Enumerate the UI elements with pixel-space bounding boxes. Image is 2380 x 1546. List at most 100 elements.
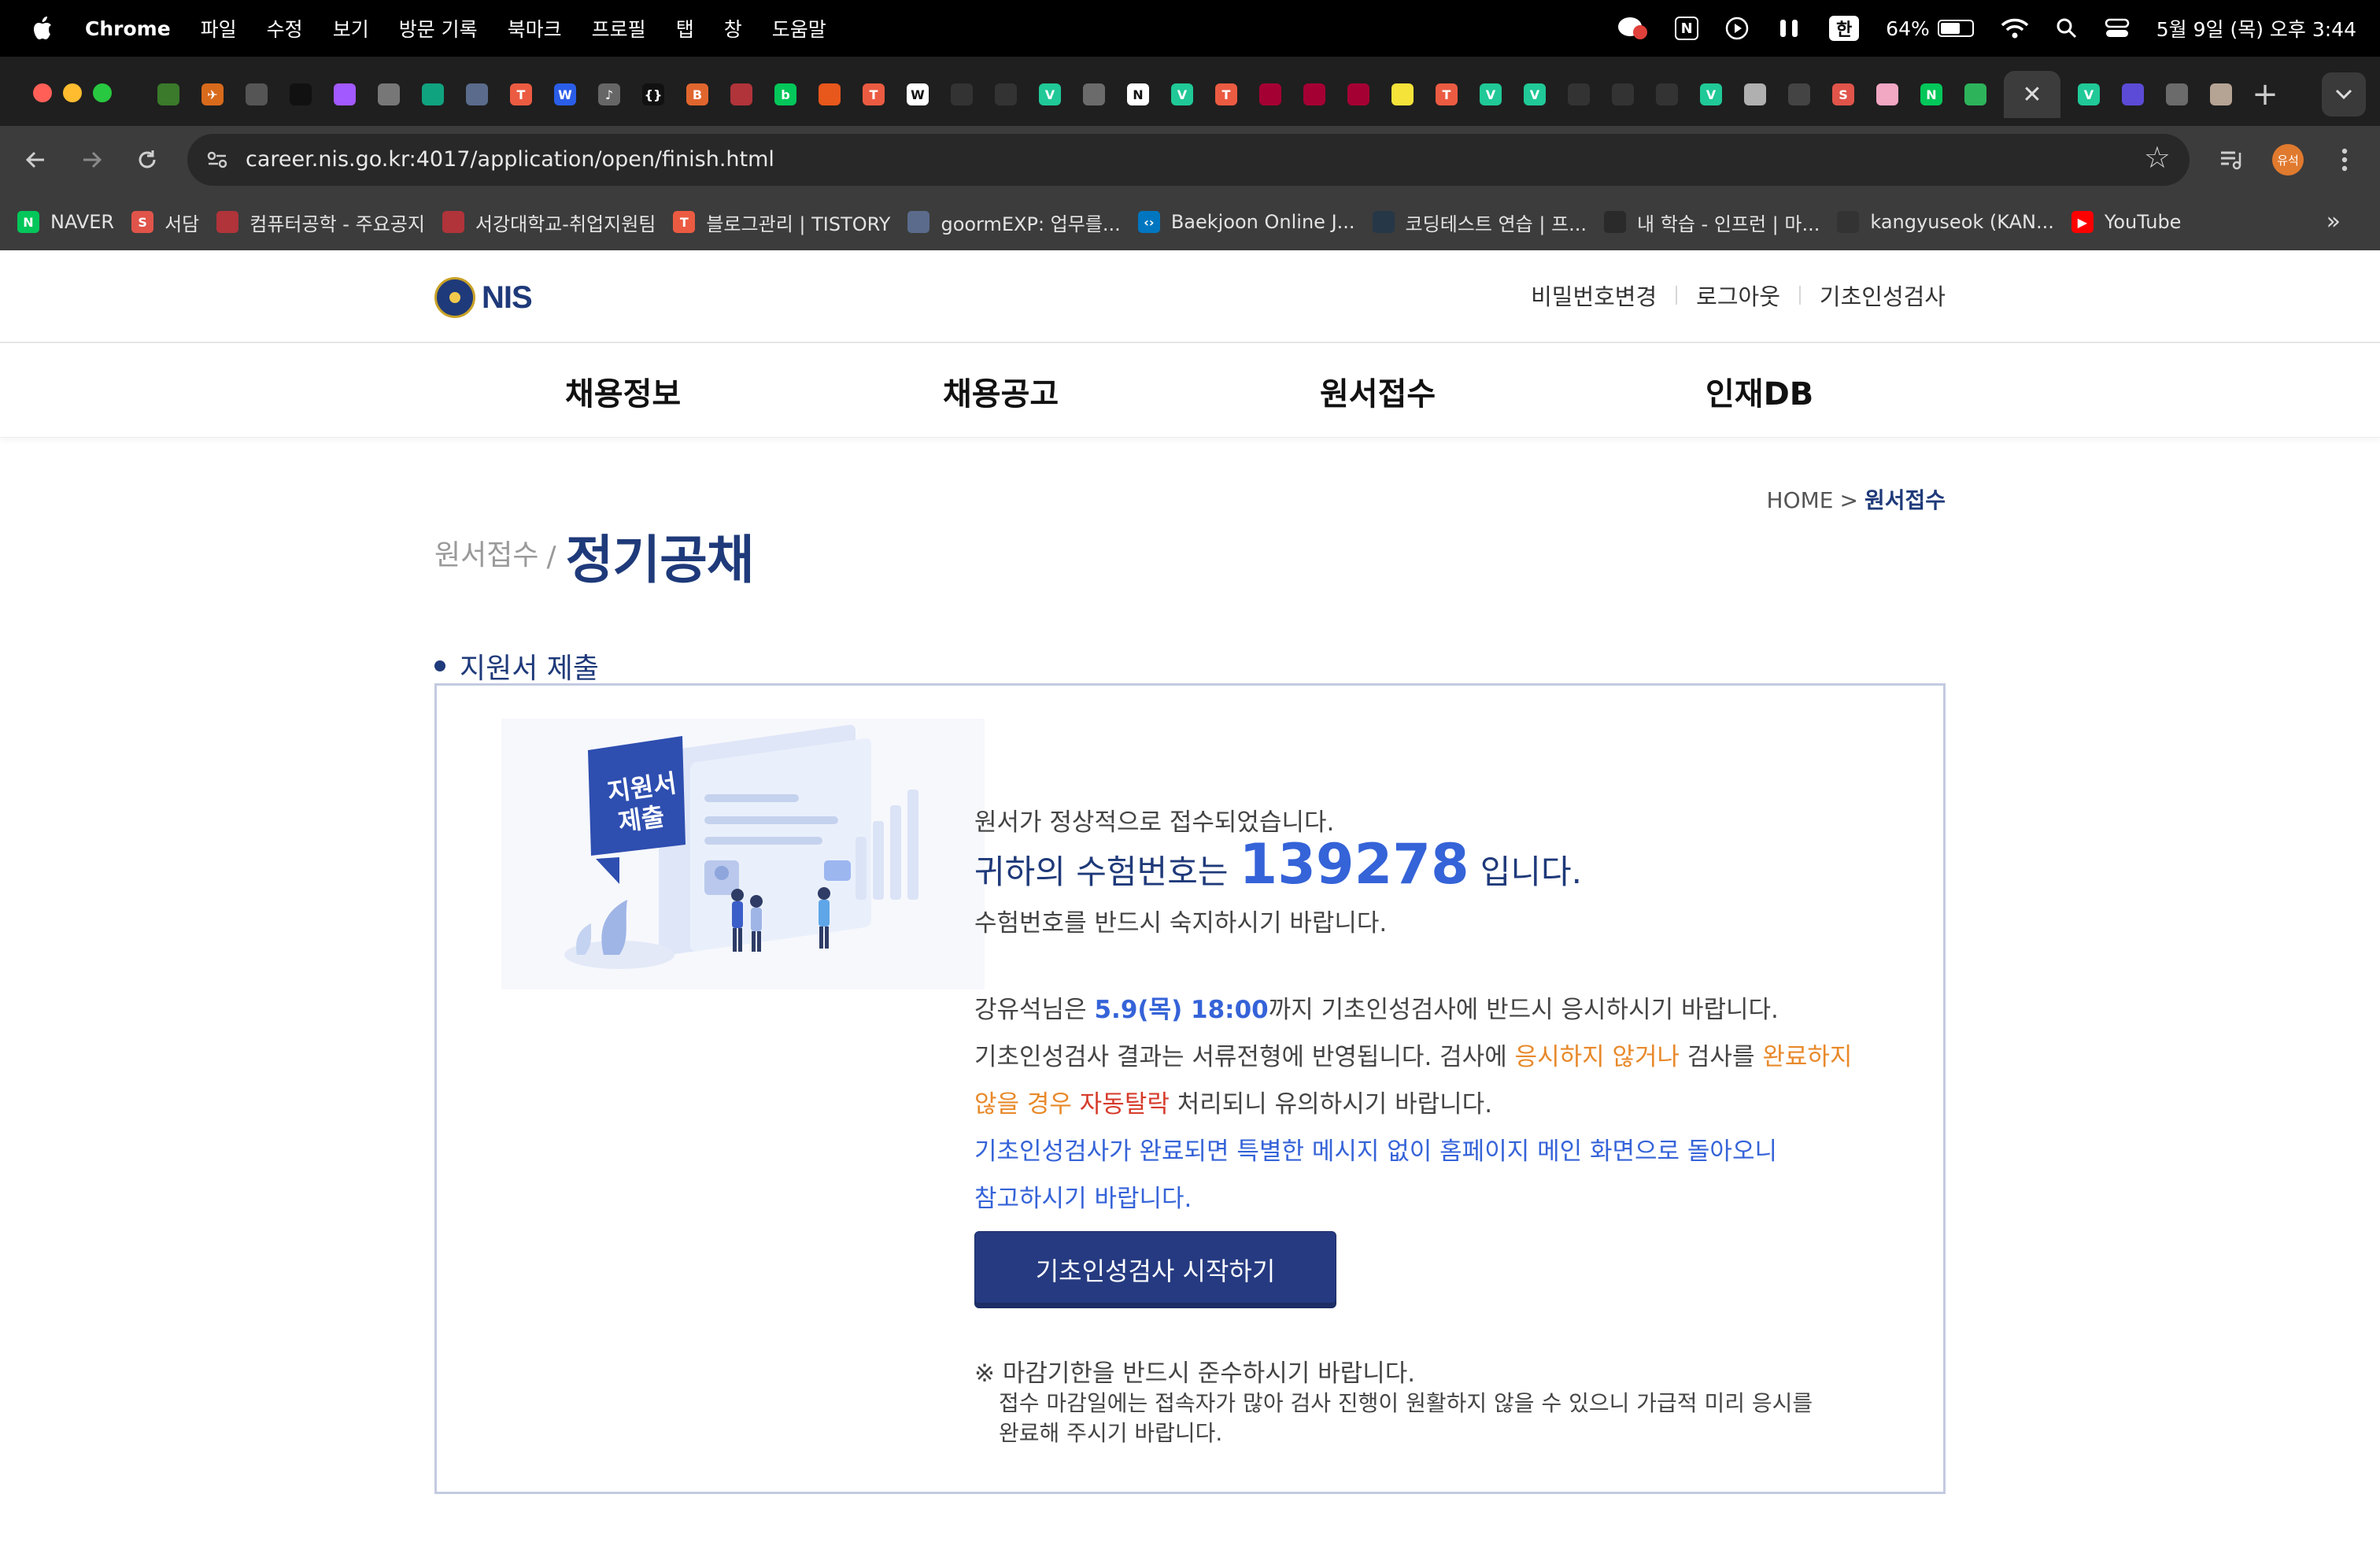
- bookmark-item[interactable]: goormEXP: 업무를...: [907, 209, 1121, 236]
- tab[interactable]: [367, 72, 411, 117]
- wifi-icon[interactable]: [2001, 17, 2029, 39]
- tab[interactable]: [1380, 72, 1425, 117]
- nav-job-postings[interactable]: 채용공고: [943, 368, 1059, 414]
- window-minimize-button[interactable]: [63, 83, 82, 102]
- bookmark-item[interactable]: ‹› Baekjoon Online J...: [1137, 211, 1355, 233]
- tab[interactable]: [1292, 72, 1336, 117]
- tab[interactable]: [455, 72, 499, 117]
- menu-window[interactable]: 창: [724, 14, 742, 43]
- bookmark-item[interactable]: kangyuseok (KAN...: [1837, 211, 2054, 233]
- tab[interactable]: V: [1028, 72, 1072, 117]
- tab[interactable]: T: [1204, 72, 1248, 117]
- bookmark-item[interactable]: T 블로그관리 | TISTORY: [673, 209, 890, 236]
- breadcrumb-home[interactable]: HOME: [1767, 487, 1834, 513]
- apple-icon[interactable]: [31, 16, 54, 41]
- bookmark-item[interactable]: N NAVER: [17, 211, 114, 233]
- active-app-name[interactable]: Chrome: [85, 17, 171, 40]
- tab[interactable]: T: [1425, 72, 1469, 117]
- tab[interactable]: [1865, 72, 1909, 117]
- menu-help[interactable]: 도움말: [772, 14, 826, 43]
- menu-profiles[interactable]: 프로필: [592, 14, 646, 43]
- tab[interactable]: [2199, 72, 2243, 117]
- tab[interactable]: V: [1689, 72, 1733, 117]
- tab[interactable]: [235, 72, 279, 117]
- tab[interactable]: {}: [631, 72, 675, 117]
- window-close-button[interactable]: [33, 83, 52, 102]
- tab[interactable]: [1645, 72, 1689, 117]
- tab[interactable]: ✈: [190, 72, 235, 117]
- nav-application[interactable]: 원서접수: [1320, 368, 1436, 414]
- menu-history[interactable]: 방문 기록: [399, 14, 478, 43]
- menu-tab[interactable]: 탭: [676, 14, 694, 43]
- tab[interactable]: [1072, 72, 1116, 117]
- notion-menubar-icon[interactable]: N: [1675, 17, 1699, 40]
- bookmark-item[interactable]: 서강대학교-취업지원팀: [442, 209, 656, 236]
- bookmarks-overflow-icon[interactable]: »: [2326, 208, 2341, 235]
- tab[interactable]: [1557, 72, 1601, 117]
- tab[interactable]: T: [852, 72, 896, 117]
- tab[interactable]: [719, 72, 763, 117]
- change-password-link[interactable]: 비밀번호변경: [1531, 279, 1657, 312]
- tab[interactable]: [2155, 72, 2199, 117]
- tab[interactable]: [146, 72, 190, 117]
- tab[interactable]: [2111, 72, 2155, 117]
- menu-file[interactable]: 파일: [201, 14, 237, 43]
- reading-list-icon[interactable]: [2212, 140, 2251, 179]
- play-circle-icon[interactable]: [1725, 17, 1749, 40]
- tab[interactable]: V: [1513, 72, 1557, 117]
- forward-button[interactable]: [72, 140, 112, 179]
- menu-bookmarks[interactable]: 북마크: [508, 14, 562, 43]
- spotlight-search-icon[interactable]: [2056, 17, 2078, 39]
- battery-status[interactable]: 64%: [1886, 17, 1974, 40]
- nav-talent-db[interactable]: 인재DB: [1706, 368, 1813, 414]
- tab[interactable]: V: [1160, 72, 1204, 117]
- tab[interactable]: T: [499, 72, 543, 117]
- url-text[interactable]: career.nis.go.kr:4017/application/open/f…: [246, 134, 774, 186]
- tab[interactable]: N: [1116, 72, 1160, 117]
- input-source-indicator[interactable]: 한: [1829, 16, 1860, 41]
- bookmark-item[interactable]: 내 학습 - 인프런 | 마...: [1604, 209, 1820, 236]
- tab[interactable]: [984, 72, 1028, 117]
- tab[interactable]: B: [675, 72, 719, 117]
- chat-notification-icon[interactable]: [1617, 15, 1648, 42]
- back-button[interactable]: [16, 140, 55, 179]
- tab[interactable]: S: [1821, 72, 1865, 117]
- nav-recruit-info[interactable]: 채용정보: [565, 368, 681, 414]
- tab-close-icon[interactable]: ✕: [2022, 81, 2042, 109]
- tab[interactable]: [940, 72, 984, 117]
- tab[interactable]: W: [896, 72, 940, 117]
- more-menu-icon[interactable]: [2325, 140, 2364, 179]
- tab[interactable]: [1953, 72, 1998, 117]
- bookmark-item[interactable]: 컴퓨터공학 - 주요공지: [216, 209, 425, 236]
- tab[interactable]: V: [2067, 72, 2111, 117]
- menu-view[interactable]: 보기: [333, 14, 369, 43]
- bookmark-item[interactable]: S 서담: [131, 209, 199, 236]
- tab[interactable]: ♪: [587, 72, 631, 117]
- logout-link[interactable]: 로그아웃: [1696, 279, 1780, 312]
- reload-button[interactable]: [128, 140, 167, 179]
- tab[interactable]: [411, 72, 455, 117]
- profile-avatar-button[interactable]: 유석: [2268, 140, 2308, 179]
- airpods-icon[interactable]: [1776, 17, 1802, 40]
- menu-edit[interactable]: 수정: [267, 14, 303, 43]
- active-tab[interactable]: ✕: [2004, 71, 2060, 118]
- new-tab-button[interactable]: +: [2243, 76, 2287, 113]
- tab-search-button[interactable]: [2322, 72, 2366, 117]
- tab[interactable]: [1733, 72, 1777, 117]
- window-zoom-button[interactable]: [93, 83, 112, 102]
- aptitude-test-link[interactable]: 기초인성검사: [1820, 279, 1946, 312]
- nis-logo[interactable]: NIS: [434, 277, 533, 318]
- tab[interactable]: [323, 72, 367, 117]
- tab[interactable]: [808, 72, 852, 117]
- site-info-icon[interactable]: [205, 147, 230, 172]
- tab[interactable]: N: [1909, 72, 1953, 117]
- tab[interactable]: [1248, 72, 1292, 117]
- start-aptitude-test-button[interactable]: 기초인성검사 시작하기: [974, 1231, 1336, 1308]
- tab[interactable]: [1777, 72, 1821, 117]
- control-center-icon[interactable]: [2105, 17, 2130, 39]
- tab[interactable]: [279, 72, 323, 117]
- bookmark-star-icon[interactable]: ☆: [2144, 140, 2171, 175]
- address-bar[interactable]: career.nis.go.kr:4017/application/open/f…: [187, 134, 2190, 186]
- tab[interactable]: V: [1469, 72, 1513, 117]
- menubar-clock[interactable]: 5월 9일 (목) 오후 3:44: [2156, 14, 2356, 43]
